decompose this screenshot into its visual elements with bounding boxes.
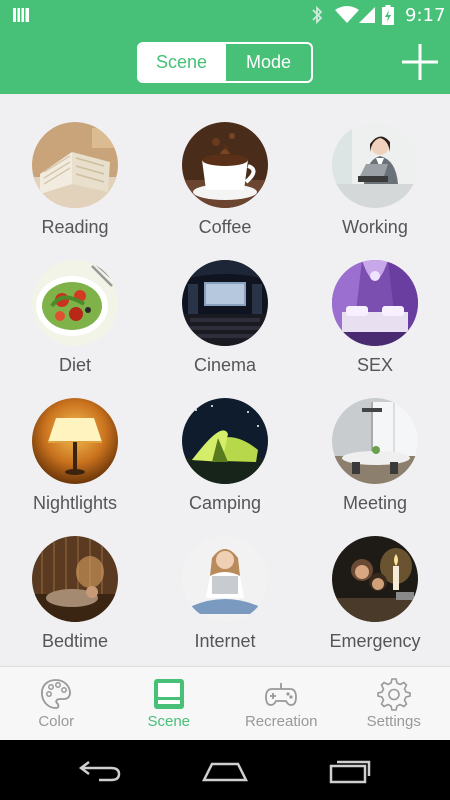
diet-photo: [32, 260, 118, 346]
scene-label: Internet: [194, 631, 256, 651]
scene-tile-meeting[interactable]: Meeting: [300, 370, 450, 513]
wifi-icon: [335, 6, 359, 23]
scene-icon: [153, 679, 184, 709]
recent-apps-icon[interactable]: [325, 754, 375, 786]
back-icon[interactable]: [75, 754, 125, 786]
tab-label: Scene: [147, 713, 191, 730]
scene-tile-bedtime[interactable]: Bedtime: [0, 508, 150, 651]
segment-mode[interactable]: Mode: [224, 44, 311, 81]
scene-tile-emergency[interactable]: Emergency: [300, 508, 450, 651]
scene-tile-diet[interactable]: Diet: [0, 232, 150, 375]
tab-label: Recreation: [244, 713, 318, 730]
scene-tile-internet[interactable]: Internet: [150, 508, 300, 651]
tab-label: Settings: [366, 713, 421, 730]
scene-tile-nightlights[interactable]: Nightlights: [0, 370, 150, 513]
clock-time: 9:17: [405, 5, 446, 26]
tab-label: Color: [38, 713, 75, 730]
bottom-tab-bar: Color Scene Recreation Settings: [0, 666, 450, 740]
bedroom-photo: [332, 260, 418, 346]
lamp-photo: [32, 398, 118, 484]
status-bar: 9:17: [0, 0, 450, 30]
candle-photo: [332, 536, 418, 622]
scene-tile-working[interactable]: Working: [300, 94, 450, 237]
tab-scene[interactable]: Scene: [113, 667, 226, 740]
home-icon[interactable]: [200, 754, 250, 786]
scene-tile-sex[interactable]: SEX: [300, 232, 450, 375]
gamepad-icon: [265, 683, 298, 706]
scene-label: Emergency: [329, 631, 421, 651]
bedtime-photo: [32, 536, 118, 622]
battery-icon: [382, 5, 394, 25]
bluetooth-icon: [312, 5, 323, 25]
laptop-photo: [182, 536, 268, 622]
scene-tile-camping[interactable]: Camping: [150, 370, 300, 513]
tab-settings[interactable]: Settings: [338, 667, 450, 740]
scene-label: Bedtime: [41, 631, 109, 651]
system-navigation-bar: [0, 740, 450, 800]
tent-photo: [182, 398, 268, 484]
meeting-photo: [332, 398, 418, 484]
segment-scene[interactable]: Scene: [139, 44, 224, 81]
tab-color[interactable]: Color: [0, 667, 113, 740]
cinema-photo: [182, 260, 268, 346]
palette-icon: [41, 679, 72, 709]
app-bar: Scene Mode: [0, 30, 450, 94]
cellular-signal-icon: [359, 7, 375, 23]
scene-mode-toggle: Scene Mode: [137, 42, 313, 83]
plus-icon[interactable]: [400, 42, 440, 82]
scene-tile-reading[interactable]: Reading: [0, 94, 150, 237]
reading-photo: [32, 122, 118, 208]
coffee-photo: [182, 122, 268, 208]
scene-grid: Reading Coffee Working Diet Cinema SEX N…: [0, 94, 450, 666]
gear-icon: [376, 678, 411, 711]
working-photo: [332, 122, 418, 208]
scene-tile-coffee[interactable]: Coffee: [150, 94, 300, 237]
scene-tile-cinema[interactable]: Cinema: [150, 232, 300, 375]
tab-recreation[interactable]: Recreation: [225, 667, 338, 740]
sim-card-icon: [13, 8, 29, 22]
